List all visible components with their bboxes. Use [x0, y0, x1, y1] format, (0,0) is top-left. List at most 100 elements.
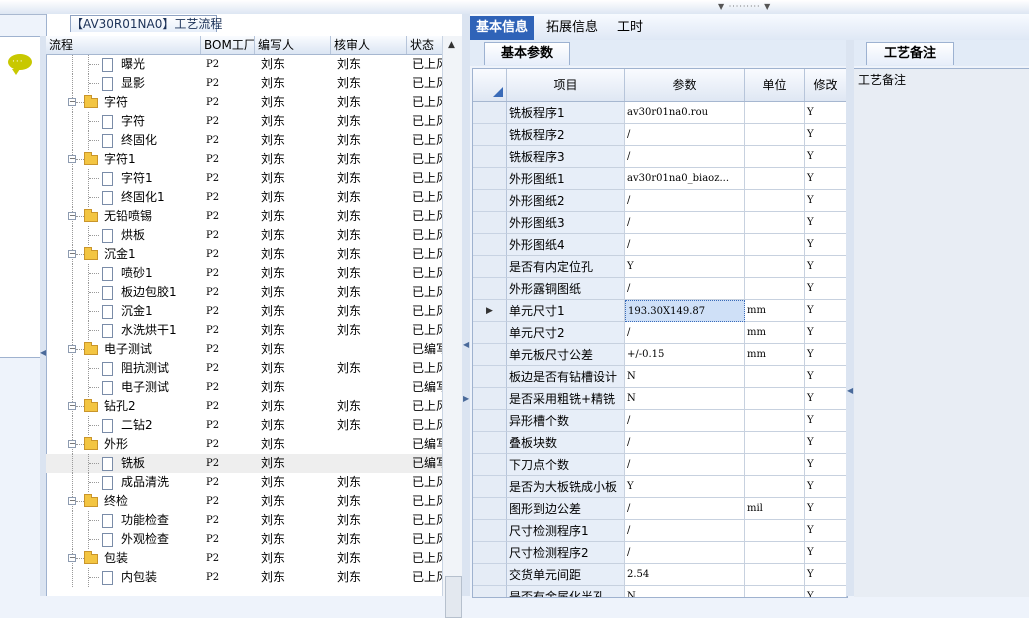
grid-cell-modify[interactable]: Y	[805, 190, 847, 212]
tree-row[interactable]: − 无铅喷锡 P2 刘东 刘东 已上风	[46, 207, 442, 226]
grid-cell-param[interactable]: N	[625, 366, 745, 388]
grid-cell-modify[interactable]: Y	[805, 146, 847, 168]
scroll-up-icon[interactable]: ▲	[448, 40, 455, 50]
row-indicator[interactable]	[473, 410, 507, 432]
grid-cell-unit[interactable]	[745, 410, 805, 432]
grid-cell-unit[interactable]	[745, 168, 805, 190]
grid-cell-unit[interactable]	[745, 476, 805, 498]
grid-cell-unit[interactable]	[745, 542, 805, 564]
grid-cell-unit[interactable]	[745, 564, 805, 586]
grid-row[interactable]: 外形露铜图纸 / Y	[473, 278, 847, 300]
grid-cell-param[interactable]: Y	[625, 256, 745, 278]
tab-basic-params[interactable]: 基本参数	[484, 42, 570, 65]
tab-work-hours[interactable]: 工时	[611, 16, 649, 40]
tree-row[interactable]: 二钻2 P2 刘东 刘东 已上风	[46, 416, 442, 435]
grid-row[interactable]: 外形图纸4/ Y	[473, 234, 847, 256]
grid-col-param[interactable]: 参数	[625, 69, 745, 101]
collapse-toggle-icon[interactable]: −	[68, 497, 76, 505]
grid-cell-unit[interactable]	[745, 278, 805, 300]
collapse-toggle-icon[interactable]: −	[68, 345, 76, 353]
grid-cell-param[interactable]: /	[625, 542, 745, 564]
grid-cell-unit[interactable]	[745, 234, 805, 256]
tree-row[interactable]: − 沉金1 P2 刘东 刘东 已上风	[46, 245, 442, 264]
grid-cell-unit[interactable]	[745, 146, 805, 168]
grid-cell-param[interactable]: +/-0.15	[625, 344, 745, 366]
grid-cell-param[interactable]: /	[625, 212, 745, 234]
row-indicator[interactable]	[473, 542, 507, 564]
grid-col-unit[interactable]: 单位	[745, 69, 805, 101]
grid-cell-unit[interactable]	[745, 124, 805, 146]
row-indicator[interactable]	[473, 234, 507, 256]
grid-row[interactable]: 异形槽个数 / Y	[473, 410, 847, 432]
grid-cell-unit[interactable]	[745, 102, 805, 124]
grid-cell-param[interactable]: N	[625, 586, 745, 597]
grid-cell-param[interactable]: N	[625, 388, 745, 410]
grid-col-item[interactable]: 项目	[507, 69, 625, 101]
grid-row[interactable]: ▶ 单元尺寸1 193.30X149.87 mm Y	[473, 300, 847, 322]
grid-cell-unit[interactable]: mm	[745, 344, 805, 366]
collapse-toggle-icon[interactable]: −	[68, 554, 76, 562]
tree-row[interactable]: 阻抗测试 P2 刘东 刘东 已上风	[46, 359, 442, 378]
grid-cell-param[interactable]: /	[625, 432, 745, 454]
grid-cell-unit[interactable]: mm	[745, 322, 805, 344]
grid-row[interactable]: 外形图纸1 av30r01na0_biaoz... Y	[473, 168, 847, 190]
right-splitter[interactable]: ◀	[846, 40, 854, 596]
tree-row[interactable]: 终固化1 P2 刘东 刘东 已上风	[46, 188, 442, 207]
tree-row[interactable]: 曝光 P2 刘东 刘东 已上风	[46, 55, 442, 74]
grid-cell-unit[interactable]	[745, 586, 805, 597]
grid-cell-param[interactable]: /	[625, 454, 745, 476]
tree-row[interactable]: 成品清洗 P2 刘东 刘东 已上风	[46, 473, 442, 492]
tree-scrollbar[interactable]: ▲	[442, 36, 463, 618]
grid-cell-unit[interactable]	[745, 388, 805, 410]
grid-row[interactable]: 交货单元间距 2.54 Y	[473, 564, 847, 586]
tree-row[interactable]: 沉金1 P2 刘东 刘东 已上风	[46, 302, 442, 321]
grid-cell-modify[interactable]: Y	[805, 124, 847, 146]
tree-row[interactable]: − 包装 P2 刘东 刘东 已上风	[46, 549, 442, 568]
collapse-toggle-icon[interactable]: −	[68, 250, 76, 258]
grid-row[interactable]: 铣板程序2/ Y	[473, 124, 847, 146]
grid-cell-param[interactable]: /	[625, 190, 745, 212]
grid-cell-param[interactable]: /	[625, 322, 745, 344]
grid-cell-modify[interactable]: Y	[805, 388, 847, 410]
grid-cell-modify[interactable]: Y	[805, 168, 847, 190]
grid-row[interactable]: 下刀点个数 / Y	[473, 454, 847, 476]
grid-cell-modify[interactable]: Y	[805, 256, 847, 278]
tree-row[interactable]: 板边包胶1 P2 刘东 刘东 已上风	[46, 283, 442, 302]
grid-cell-param[interactable]: Y	[625, 476, 745, 498]
row-indicator[interactable]	[473, 344, 507, 366]
grid-cell-unit[interactable]	[745, 212, 805, 234]
row-indicator[interactable]	[473, 586, 507, 597]
grid-row[interactable]: 是否采用粗铣+精铣 N Y	[473, 388, 847, 410]
grid-cell-param[interactable]: /	[625, 234, 745, 256]
collapse-toggle-icon[interactable]: −	[68, 402, 76, 410]
tree-row[interactable]: 烘板 P2 刘东 刘东 已上风	[46, 226, 442, 245]
col-header-bom[interactable]: BOM工厂	[201, 36, 255, 54]
grid-cell-unit[interactable]	[745, 454, 805, 476]
grid-cell-param[interactable]: /	[625, 410, 745, 432]
collapse-toggle-icon[interactable]: −	[68, 212, 76, 220]
grid-cell-modify[interactable]: Y	[805, 278, 847, 300]
middle-splitter[interactable]: ◀ ▶	[462, 14, 470, 596]
row-indicator[interactable]	[473, 278, 507, 300]
grid-cell-modify[interactable]: Y	[805, 102, 847, 124]
tree-row[interactable]: 字符 P2 刘东 刘东 已上风	[46, 112, 442, 131]
row-indicator[interactable]	[473, 256, 507, 278]
grid-cell-modify[interactable]: Y	[805, 234, 847, 256]
grid-cell-modify[interactable]: Y	[805, 344, 847, 366]
collapse-toggle-icon[interactable]: −	[68, 155, 76, 163]
grid-row[interactable]: 叠板块数 / Y	[473, 432, 847, 454]
grid-cell-modify[interactable]: Y	[805, 300, 847, 322]
row-indicator[interactable]	[473, 124, 507, 146]
row-indicator[interactable]	[473, 146, 507, 168]
tab-basic-info[interactable]: 基本信息	[470, 16, 535, 40]
grid-row[interactable]: 铣板程序3/ Y	[473, 146, 847, 168]
row-indicator[interactable]	[473, 520, 507, 542]
grid-cell-unit[interactable]: mil	[745, 498, 805, 520]
grid-row[interactable]: 板边是否有钻槽设计 N Y	[473, 366, 847, 388]
col-header-flow[interactable]: 流程	[46, 36, 201, 54]
tree-row[interactable]: − 字符 P2 刘东 刘东 已上风	[46, 93, 442, 112]
tree-row[interactable]: 外观检查 P2 刘东 刘东 已上风	[46, 530, 442, 549]
tree-row[interactable]: 铣板 P2 刘东 已编写	[46, 454, 442, 473]
grid-cell-modify[interactable]: Y	[805, 498, 847, 520]
grid-cell-unit[interactable]	[745, 256, 805, 278]
